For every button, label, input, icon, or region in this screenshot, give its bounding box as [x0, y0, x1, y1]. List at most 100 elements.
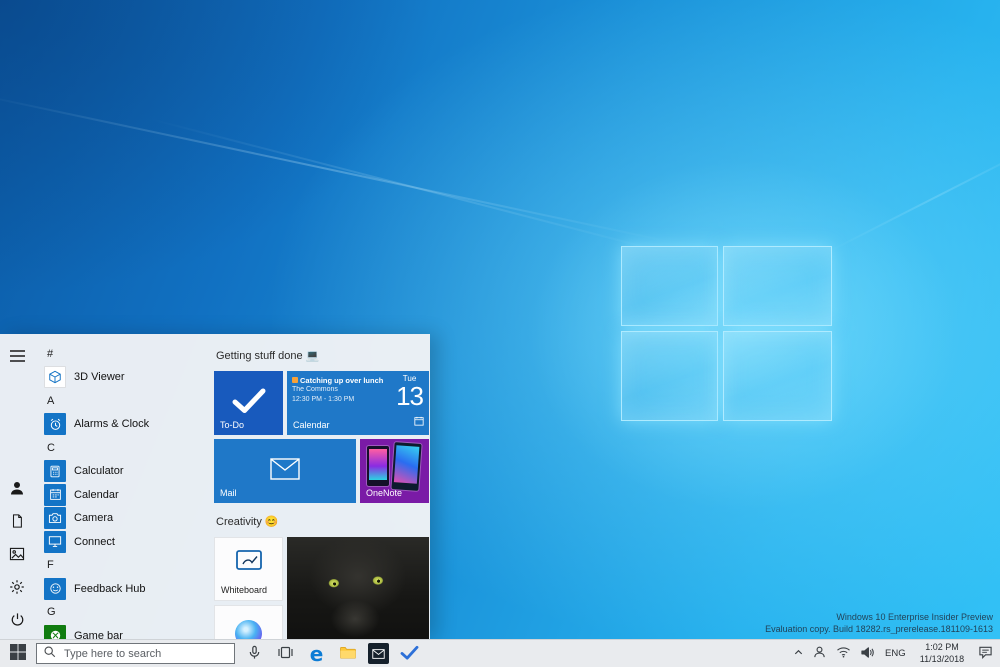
mail-envelope-icon — [270, 457, 300, 485]
calendar-event: Catching up over lunch The Commons 12:30… — [292, 376, 390, 405]
app-list-header-f[interactable]: F — [44, 554, 204, 578]
alarms-clock-icon — [44, 413, 66, 436]
header-letter: G — [47, 606, 56, 619]
todo-taskbar-icon[interactable] — [394, 640, 425, 667]
action-center-button[interactable] — [973, 640, 997, 667]
whiteboard-icon — [235, 548, 263, 579]
tile-label: Mail — [220, 488, 237, 498]
documents-button[interactable] — [4, 509, 30, 535]
app-list-header-a[interactable]: A — [44, 389, 204, 413]
evaluation-watermark: Windows 10 Enterprise Insider Preview Ev… — [765, 611, 993, 636]
taskbar-search[interactable] — [36, 643, 235, 664]
header-letter: A — [47, 394, 55, 407]
mail-taskbar-icon[interactable] — [363, 640, 394, 667]
tile-photos-live[interactable] — [287, 537, 429, 640]
power-icon — [10, 612, 25, 630]
edge-taskbar-icon[interactable]: e — [301, 640, 332, 667]
expand-menu-button[interactable] — [4, 344, 30, 370]
pictures-button[interactable] — [4, 542, 30, 568]
tile-label: Whiteboard — [221, 585, 268, 595]
tile-whiteboard[interactable]: Whiteboard — [214, 537, 283, 601]
folder-icon — [339, 645, 357, 663]
hamburger-icon — [9, 349, 25, 365]
edge-logo-icon: e — [309, 641, 324, 666]
people-icon — [812, 645, 827, 662]
chevron-up-icon — [793, 646, 804, 661]
microphone-icon — [247, 645, 262, 663]
header-letter: # — [47, 347, 54, 360]
user-account-button[interactable] — [4, 476, 30, 502]
header-letter: F — [47, 559, 54, 572]
app-item-3d-viewer[interactable]: 3D Viewer — [44, 366, 204, 390]
mail-icon — [368, 643, 389, 664]
tile-label: To-Do — [220, 420, 245, 430]
calendar-glyph-icon — [414, 413, 424, 431]
app-item-calendar[interactable]: Calendar — [44, 483, 204, 507]
tile-todo[interactable]: To-Do — [214, 371, 283, 435]
app-item-feedback-hub[interactable]: Feedback Hub — [44, 577, 204, 601]
tile-onenote[interactable]: OneNote — [360, 439, 429, 503]
wifi-icon — [836, 646, 851, 661]
app-label: Alarms & Clock — [74, 418, 150, 431]
tile-cortana[interactable] — [214, 605, 283, 640]
taskbar-clock[interactable]: 1:02 PM 11/13/2018 — [911, 640, 973, 667]
clock-time: 1:02 PM — [925, 642, 959, 653]
tile-group-title-creativity[interactable]: Creativity 😊 — [216, 515, 279, 528]
app-item-camera[interactable]: Camera — [44, 507, 204, 531]
start-button[interactable] — [0, 640, 36, 667]
app-item-alarms-clock[interactable]: Alarms & Clock — [44, 413, 204, 437]
search-input[interactable] — [62, 646, 228, 661]
tile-group-creativity: Whiteboard — [214, 537, 430, 640]
tile-calendar[interactable]: Catching up over lunch The Commons 12:30… — [287, 371, 429, 435]
windows-start-icon — [10, 644, 26, 663]
clock-date: 11/13/2018 — [919, 653, 965, 664]
header-letter: C — [47, 441, 55, 454]
app-list-header-hash[interactable]: # — [44, 342, 204, 366]
user-icon — [9, 480, 25, 499]
windows-logo-pane — [621, 246, 719, 327]
app-list-header-g[interactable]: G — [44, 601, 204, 625]
onenote-screenshot — [391, 442, 422, 491]
watermark-line1: Windows 10 Enterprise Insider Preview — [836, 611, 993, 622]
volume-tray-button[interactable] — [855, 640, 879, 667]
event-title: Catching up over lunch — [292, 376, 390, 385]
feedback-hub-icon — [44, 577, 66, 600]
tile-group-getting-stuff-done: To-Do Catching up over lunch The Commons… — [214, 371, 430, 503]
app-list-header-c[interactable]: C — [44, 436, 204, 460]
app-label: Calendar — [74, 488, 119, 501]
people-tray-button[interactable] — [807, 640, 831, 667]
file-explorer-taskbar-icon[interactable] — [332, 640, 363, 667]
settings-button[interactable] — [4, 575, 30, 601]
power-button[interactable] — [4, 608, 30, 634]
watermark-line2: Evaluation copy. Build 18282.rs_prerelea… — [765, 624, 993, 635]
app-item-connect[interactable]: Connect — [44, 530, 204, 554]
language-indicator[interactable]: ENG — [879, 640, 911, 667]
game-bar-icon — [44, 624, 66, 640]
camera-icon — [44, 507, 66, 530]
tile-group-title-getting-stuff-done[interactable]: Getting stuff done 💻 — [216, 349, 319, 362]
taskbar: e — [0, 639, 1000, 667]
action-center-icon — [978, 645, 993, 662]
system-tray: ENG 1:02 PM 11/13/2018 — [789, 640, 1000, 667]
tile-mail[interactable]: Mail — [214, 439, 356, 503]
cortana-mic-button[interactable] — [239, 640, 270, 667]
tiles-panel: Getting stuff done 💻 To-Do Catching up o… — [204, 334, 430, 640]
todo-check-icon — [400, 645, 419, 663]
day-number: 13 — [396, 381, 424, 411]
show-hidden-icons-button[interactable] — [789, 640, 807, 667]
app-list: # 3D Viewer A Alarms & Clock C Calculato… — [34, 334, 204, 640]
event-location: The Commons — [292, 386, 338, 394]
windows-logo-pane — [723, 246, 832, 327]
speaker-icon — [860, 646, 875, 662]
task-view-button[interactable] — [270, 640, 301, 667]
cortana-icon — [235, 620, 262, 640]
network-tray-button[interactable] — [831, 640, 855, 667]
tile-label: Calendar — [293, 420, 330, 430]
app-item-calculator[interactable]: Calculator — [44, 460, 204, 484]
calendar-icon — [44, 483, 66, 506]
app-item-game-bar[interactable]: Game bar — [44, 624, 204, 640]
task-view-icon — [277, 644, 294, 664]
onenote-screenshot — [367, 446, 389, 486]
calculator-icon — [44, 460, 66, 483]
desktop: Windows 10 Enterprise Insider Preview Ev… — [0, 0, 1000, 667]
